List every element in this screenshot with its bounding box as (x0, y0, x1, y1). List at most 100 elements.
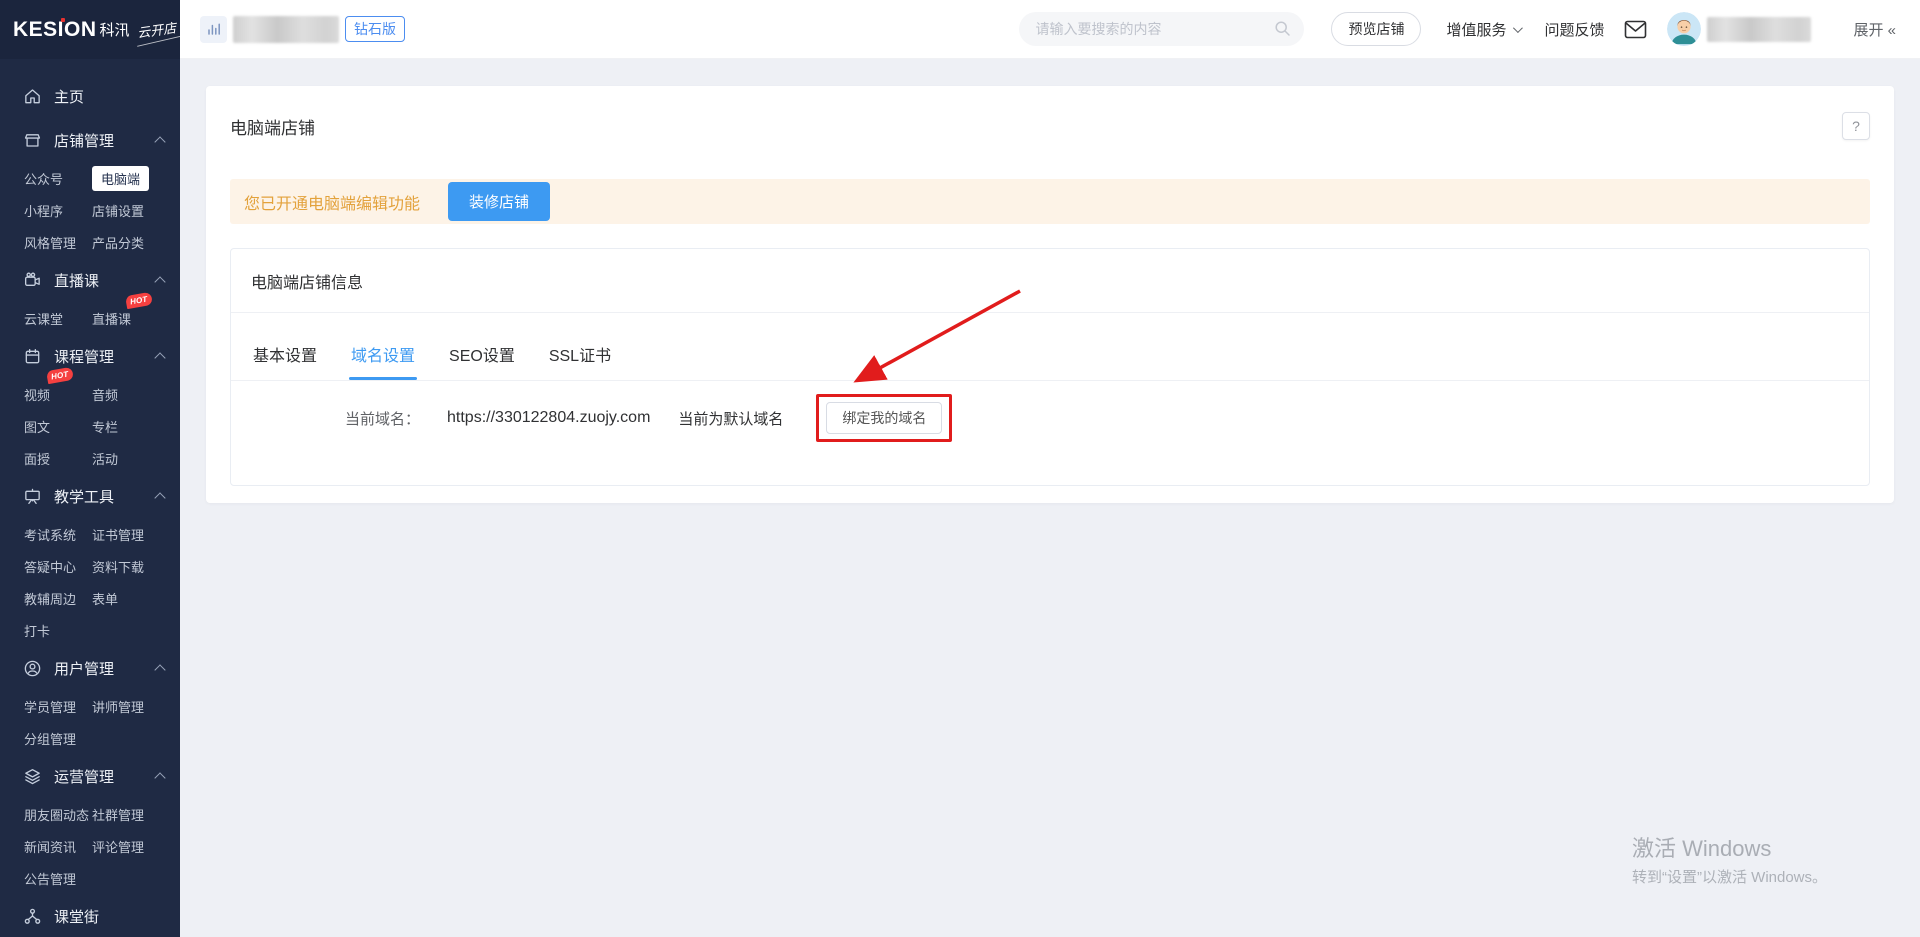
sidebar-item-home[interactable]: 主页 (0, 74, 180, 118)
sidebar-item-xueyuan-guanli[interactable]: 学员管理 (24, 697, 92, 716)
store-icon (22, 130, 42, 150)
teaching-tools-icon (22, 486, 42, 506)
sidebar-item-label: 课堂街 (54, 906, 99, 927)
sidebar-group-label: 店铺管理 (54, 130, 114, 151)
sidebar-item-jiaofu-zhoubian[interactable]: 教辅周边 (24, 589, 92, 608)
pc-store-card: 电脑端店铺 ? 您已开通电脑端编辑功能 装修店铺 电脑端店铺信息 基本设置 域名… (206, 86, 1894, 503)
bind-my-domain-button[interactable]: 绑定我的域名 (826, 402, 942, 434)
sidebar-sub-row: 打卡 (0, 614, 180, 646)
brand-name: KESION (13, 18, 97, 42)
sidebar-item-fenzu-guanli[interactable]: 分组管理 (24, 729, 92, 748)
sidebar-item-jiangshi-guanli[interactable]: 讲师管理 (92, 697, 144, 716)
decorate-store-button[interactable]: 装修店铺 (448, 182, 550, 221)
username-redacted[interactable] (1707, 17, 1811, 42)
brand-name-cn: 科汛 (100, 19, 130, 40)
preview-store-button[interactable]: 预览店铺 (1331, 12, 1421, 46)
sidebar-item-gongzhonghao[interactable]: 公众号 (24, 169, 92, 188)
sidebar-item-diannaoduan[interactable]: 电脑端 (92, 166, 149, 191)
sidebar-item-yunketang[interactable]: 云课堂 (24, 309, 92, 328)
sidebar-item-gonggao-guanli[interactable]: 公告管理 (24, 869, 92, 888)
search-box (1019, 12, 1304, 46)
notice-banner: 您已开通电脑端编辑功能 装修店铺 (230, 179, 1870, 224)
sidebar-group-label: 直播课 (54, 270, 99, 291)
sidebar-item-daka[interactable]: 打卡 (24, 621, 92, 640)
user-icon (22, 658, 42, 678)
sidebar-sub-row: 视频 HOT 音频 (0, 378, 180, 410)
sidebar-sub-row: 面授 活动 (0, 442, 180, 474)
sidebar-group-label: 运营管理 (54, 766, 114, 787)
sidebar-item-shequn-guanli[interactable]: 社群管理 (92, 805, 144, 824)
sidebar-item-ziliao-xiazai[interactable]: 资料下载 (92, 557, 144, 576)
plan-badge: 钻石版 (345, 16, 405, 42)
stats-icon-button[interactable] (200, 16, 227, 43)
sidebar-item-zhengshu-guanli[interactable]: 证书管理 (92, 525, 144, 544)
sidebar-item-ketangjie[interactable]: 课堂街 (0, 894, 180, 937)
sidebar-group-course-mgmt[interactable]: 课程管理 (0, 334, 180, 378)
sidebar-group-label: 课程管理 (54, 346, 114, 367)
expand-toggle[interactable]: 展开 « (1853, 19, 1896, 40)
course-icon (22, 346, 42, 366)
sidebar-item-shipin[interactable]: 视频 HOT (24, 385, 92, 404)
sidebar-sub-row: 公告管理 (0, 862, 180, 894)
chevron-up-icon (154, 276, 165, 287)
windows-activation-watermark: 激活 Windows 转到“设置”以激活 Windows。 (1632, 831, 1827, 887)
sidebar-sub-row: 学员管理 讲师管理 (0, 690, 180, 722)
sidebar-item-chanpin-fenlei[interactable]: 产品分类 (92, 233, 144, 252)
sidebar-item-pinglun-guanli[interactable]: 评论管理 (92, 837, 144, 856)
sidebar-sub-row: 朋友圈动态 社群管理 (0, 798, 180, 830)
sidebar-sub-row: 教辅周边 表单 (0, 582, 180, 614)
value-added-services-menu[interactable]: 增值服务 (1446, 19, 1520, 40)
sidebar-item-zhiboke[interactable]: 直播课 HOT (92, 309, 131, 328)
banner-message: 您已开通电脑端编辑功能 (244, 190, 420, 214)
sidebar-item-dayi-zhongxin[interactable]: 答疑中心 (24, 557, 92, 576)
sidebar-item-kaoshi-xitong[interactable]: 考试系统 (24, 525, 92, 544)
current-domain-value: https://330122804.zuojy.com (447, 409, 650, 427)
main-area: 钻石版 预览店铺 增值服务 问题反馈 展开 « (180, 0, 1920, 937)
sidebar-item-biaodan[interactable]: 表单 (92, 589, 118, 608)
tab-domain-settings[interactable]: 域名设置 (349, 342, 417, 380)
sidebar-item-zhuanlan[interactable]: 专栏 (92, 417, 118, 436)
sidebar-item-label: 主页 (54, 86, 84, 107)
search-icon[interactable] (1274, 20, 1291, 37)
topbar: 钻石版 预览店铺 增值服务 问题反馈 展开 « (180, 0, 1920, 59)
sidebar-item-dianpu-shezhi[interactable]: 店铺设置 (92, 201, 144, 220)
tab-basic-settings[interactable]: 基本设置 (251, 342, 319, 380)
sidebar-group-user-mgmt[interactable]: 用户管理 (0, 646, 180, 690)
brand-slogan: 云开店 (135, 17, 176, 41)
search-input[interactable] (1019, 12, 1304, 46)
sidebar-item-yinpin[interactable]: 音频 (92, 385, 118, 404)
page-title: 电脑端店铺 (230, 114, 315, 139)
help-button[interactable]: ? (1842, 112, 1870, 140)
sidebar-item-xinwen-zixun[interactable]: 新闻资讯 (24, 837, 92, 856)
sidebar-group-live-course[interactable]: 直播课 (0, 258, 180, 302)
sidebar-item-fengge-guanli[interactable]: 风格管理 (24, 233, 92, 252)
sidebar-sub-row: 考试系统 证书管理 (0, 518, 180, 550)
sidebar-item-tuwen[interactable]: 图文 (24, 417, 92, 436)
sidebar-item-pengyouquan-dongtai[interactable]: 朋友圈动态 (24, 805, 92, 824)
watermark-line2: 转到“设置”以激活 Windows。 (1632, 866, 1827, 887)
sidebar-item-huodong[interactable]: 活动 (92, 449, 118, 468)
sidebar-item-xiaochengxu[interactable]: 小程序 (24, 201, 92, 220)
sidebar-sub-row: 分组管理 (0, 722, 180, 754)
street-icon (22, 906, 42, 926)
mail-icon[interactable] (1624, 20, 1647, 39)
sidebar-sub-row: 新闻资讯 评论管理 (0, 830, 180, 862)
feedback-link[interactable]: 问题反馈 (1544, 19, 1604, 40)
sidebar-nav: 主页 店铺管理 公众号 电脑端 小程序 店铺设置 风格管理 产品分类 (0, 59, 180, 937)
operations-icon (22, 766, 42, 786)
chevron-up-icon (154, 664, 165, 675)
annotation-red-box: 绑定我的域名 (816, 394, 952, 442)
tab-seo-settings[interactable]: SEO设置 (447, 342, 517, 380)
live-course-icon (22, 270, 42, 290)
avatar[interactable] (1667, 12, 1701, 46)
sidebar-sub-row: 答疑中心 资料下载 (0, 550, 180, 582)
sidebar-group-operations[interactable]: 运营管理 (0, 754, 180, 798)
chevron-up-icon (154, 352, 165, 363)
sidebar-item-label: 直播课 (92, 312, 131, 327)
sidebar-group-store[interactable]: 店铺管理 (0, 118, 180, 162)
tab-ssl-cert[interactable]: SSL证书 (547, 342, 613, 380)
card-header: 电脑端店铺 ? (230, 112, 1870, 140)
chevron-up-icon (154, 772, 165, 783)
sidebar-item-mianshou[interactable]: 面授 (24, 449, 92, 468)
sidebar-group-teaching-tools[interactable]: 教学工具 (0, 474, 180, 518)
